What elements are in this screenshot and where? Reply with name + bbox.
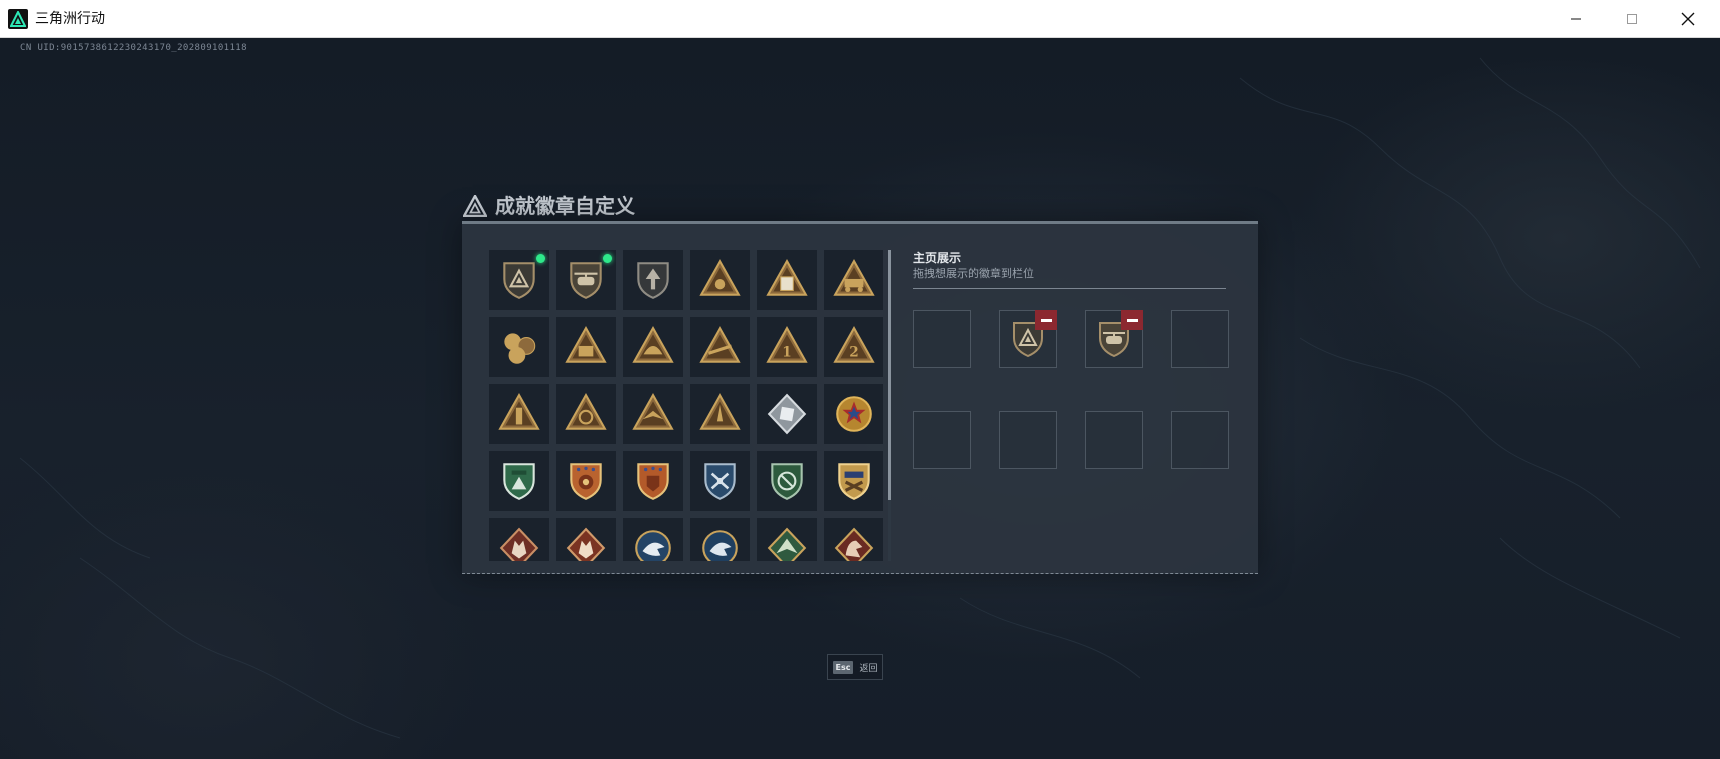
badge-item[interactable] bbox=[690, 250, 750, 310]
badge-item[interactable] bbox=[489, 250, 549, 310]
window-title: 三角洲行动 bbox=[35, 11, 105, 27]
badge-item[interactable] bbox=[690, 317, 750, 377]
badge-item[interactable] bbox=[556, 384, 616, 444]
display-slot-empty[interactable] bbox=[1085, 411, 1143, 469]
remove-badge-button[interactable] bbox=[1121, 310, 1143, 330]
badge-item[interactable] bbox=[623, 518, 683, 561]
shield-delta-badge-icon bbox=[503, 262, 535, 299]
esc-key-cap: Esc bbox=[832, 660, 854, 674]
gold-cluster-badge-icon bbox=[504, 333, 536, 364]
badge-customize-dialog: 1 2 主页展示 拖拽想展示的徽章到栏位 bbox=[462, 221, 1258, 574]
green-drone-shield-badge-icon bbox=[771, 463, 803, 500]
gold-triangle-badge-icon bbox=[699, 259, 741, 296]
red-wolf-badge-icon bbox=[499, 527, 539, 561]
badge-item[interactable] bbox=[489, 451, 549, 511]
display-slot-empty[interactable] bbox=[1171, 310, 1229, 368]
svg-text:1: 1 bbox=[782, 344, 791, 360]
display-slot-filled[interactable] bbox=[1085, 310, 1143, 368]
red-dragon-badge-icon bbox=[834, 527, 874, 561]
homepage-display-title: 主页展示 bbox=[913, 251, 962, 265]
maximize-icon bbox=[1627, 14, 1637, 24]
badge-item[interactable] bbox=[489, 518, 549, 561]
red-star-medal-badge-icon bbox=[836, 396, 872, 432]
close-button[interactable] bbox=[1660, 0, 1716, 38]
triangle-emblem-badge-icon bbox=[565, 393, 607, 430]
badge-item[interactable]: 1 bbox=[757, 317, 817, 377]
badge-item[interactable] bbox=[489, 317, 549, 377]
silver-cube-badge-icon bbox=[767, 393, 807, 435]
badge-item[interactable] bbox=[757, 250, 817, 310]
badge-grid: 1 2 bbox=[489, 250, 883, 561]
badge-item[interactable] bbox=[757, 384, 817, 444]
triangle-kit-badge-icon bbox=[565, 326, 607, 363]
new-indicator-dot bbox=[603, 254, 612, 263]
badge-item[interactable] bbox=[824, 518, 883, 561]
triangle-rank-1-badge-icon: 1 bbox=[766, 326, 808, 363]
orange-stars-shield-2-badge-icon bbox=[637, 463, 669, 500]
app-logo-icon bbox=[8, 9, 28, 29]
badge-item[interactable] bbox=[690, 451, 750, 511]
new-indicator-dot bbox=[536, 254, 545, 263]
green-bird-badge-icon bbox=[767, 527, 807, 561]
badge-item[interactable] bbox=[824, 384, 883, 444]
homepage-display-section: 主页展示 拖拽想展示的徽章到栏位 bbox=[913, 250, 1235, 469]
badge-item[interactable] bbox=[623, 317, 683, 377]
triangle-card-badge-icon bbox=[766, 259, 808, 296]
dialog-title: 成就徽章自定义 bbox=[495, 194, 635, 218]
badge-scroll-thumb[interactable] bbox=[888, 250, 891, 500]
badge-item[interactable] bbox=[690, 518, 750, 561]
window-titlebar: 三角洲行动 bbox=[0, 0, 1720, 38]
green-shield-badge-icon bbox=[503, 463, 535, 500]
badge-item[interactable] bbox=[690, 384, 750, 444]
remove-badge-button[interactable] bbox=[1035, 310, 1057, 330]
delta-logo-icon bbox=[463, 195, 487, 217]
triangle-bottle-badge-icon bbox=[498, 393, 540, 430]
maximize-button[interactable] bbox=[1604, 0, 1660, 38]
badge-item[interactable]: 2 bbox=[824, 317, 883, 377]
minimize-button[interactable] bbox=[1548, 0, 1604, 38]
uid-text: CN UID:9015738612230243170_202809101118 bbox=[20, 43, 247, 53]
badge-item[interactable] bbox=[623, 250, 683, 310]
red-wolf-2-badge-icon bbox=[566, 527, 606, 561]
close-icon bbox=[1681, 12, 1695, 26]
display-slot-empty[interactable] bbox=[999, 411, 1057, 469]
dialog-header: 成就徽章自定义 bbox=[463, 193, 635, 219]
triangle-rank-2-badge-icon: 2 bbox=[833, 326, 875, 363]
svg-text:2: 2 bbox=[849, 344, 858, 360]
triangle-helmet-badge-icon bbox=[632, 326, 674, 363]
minus-icon bbox=[1126, 318, 1138, 322]
back-label: 返回 bbox=[859, 663, 878, 674]
badge-item[interactable] bbox=[556, 451, 616, 511]
badge-item[interactable] bbox=[489, 384, 549, 444]
badge-item[interactable] bbox=[623, 384, 683, 444]
display-slot-empty[interactable] bbox=[913, 310, 971, 368]
badge-item[interactable] bbox=[757, 518, 817, 561]
triangle-rifle-badge-icon bbox=[699, 326, 741, 363]
display-slot-filled[interactable] bbox=[999, 310, 1057, 368]
badge-item[interactable] bbox=[824, 451, 883, 511]
helicopter-shield-badge-icon bbox=[570, 262, 602, 299]
triangle-rocket-badge-icon bbox=[699, 393, 741, 430]
display-slot-empty[interactable] bbox=[1171, 411, 1229, 469]
blue-eagle-badge-icon bbox=[635, 530, 671, 561]
badge-item[interactable] bbox=[757, 451, 817, 511]
arrowhead-shield-badge-icon bbox=[637, 262, 669, 299]
blue-eagle-2-badge-icon bbox=[702, 530, 738, 561]
gold-crest-badge-icon bbox=[838, 463, 870, 500]
triangle-vehicle-badge-icon bbox=[833, 259, 875, 296]
minimize-icon bbox=[1571, 18, 1581, 20]
badge-item[interactable] bbox=[824, 250, 883, 310]
blue-drone-shield-badge-icon bbox=[704, 463, 736, 500]
esc-back-button[interactable]: Esc 返回 bbox=[827, 654, 883, 680]
triangle-bird-badge-icon bbox=[632, 393, 674, 430]
section-divider bbox=[913, 288, 1226, 289]
badge-item[interactable] bbox=[556, 317, 616, 377]
display-slot-empty[interactable] bbox=[913, 411, 971, 469]
minus-icon bbox=[1040, 318, 1052, 322]
orange-stars-shield-badge-icon bbox=[570, 463, 602, 500]
badge-item[interactable] bbox=[556, 518, 616, 561]
badge-item[interactable] bbox=[623, 451, 683, 511]
homepage-display-subtitle: 拖拽想展示的徽章到栏位 bbox=[913, 267, 1034, 280]
badge-item[interactable] bbox=[556, 250, 616, 310]
